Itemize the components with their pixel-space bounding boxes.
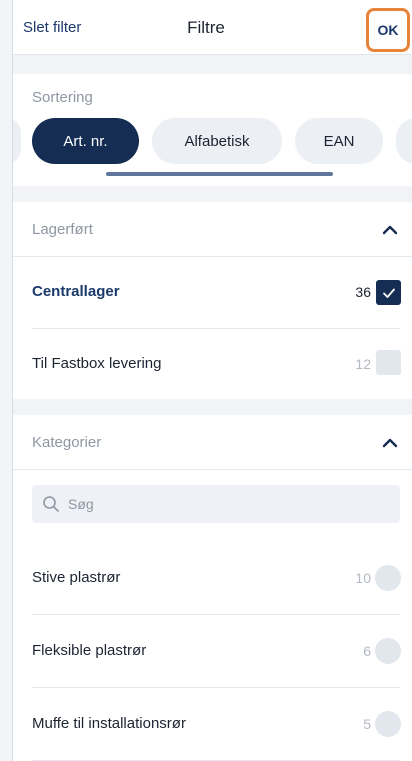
stock-row-fastbox[interactable]: Til Fastbox levering 12 xyxy=(13,328,412,401)
stock-section-header[interactable]: Lagerført xyxy=(13,202,412,257)
category-search-input[interactable]: Søg xyxy=(32,485,400,523)
filter-panel: Slet filter Filtre OK Sortering Art. nr.… xyxy=(13,0,412,761)
sort-chip-alfabetisk[interactable]: Alfabetisk xyxy=(152,118,282,164)
row-count: 6 xyxy=(363,643,371,659)
sort-chip-art-nr[interactable]: Art. nr. xyxy=(32,118,139,164)
sort-chip-ean[interactable]: EAN xyxy=(295,118,383,164)
sorting-section: Sortering Art. nr. Alfabetisk EAN xyxy=(13,74,412,186)
sort-chip-label: Art. nr. xyxy=(63,132,108,150)
filter-header: Slet filter Filtre OK xyxy=(13,0,412,55)
sort-chip-label: Alfabetisk xyxy=(184,132,250,150)
category-row-stive-plastror[interactable]: Stive plastrør 10 xyxy=(13,542,412,615)
page-title: Filtre xyxy=(187,18,225,37)
radio-button[interactable] xyxy=(375,638,401,664)
search-icon xyxy=(43,496,59,512)
sort-chip-label: EAN xyxy=(323,132,355,150)
checkbox-unchecked[interactable] xyxy=(376,350,401,375)
categories-section-header[interactable]: Kategorier xyxy=(13,415,412,470)
stock-section: Lagerført Centrallager 36 Til Fastbox le… xyxy=(13,202,412,399)
row-label: Muffe til installationsrør xyxy=(32,715,186,732)
category-row-fleksible-plastror[interactable]: Fleksible plastrør 6 xyxy=(13,615,412,688)
row-label: Fleksible plastrør xyxy=(32,642,147,659)
horizontal-scroll-indicator[interactable] xyxy=(106,172,333,176)
stock-label: Lagerført xyxy=(32,221,93,238)
row-label: Centrallager xyxy=(32,283,120,300)
category-row-muffe[interactable]: Muffe til installationsrør 5 xyxy=(13,688,412,761)
checkbox-checked[interactable] xyxy=(376,280,401,305)
ok-button[interactable]: OK xyxy=(366,8,410,52)
chevron-up-icon[interactable] xyxy=(380,220,400,240)
row-count: 5 xyxy=(363,716,371,732)
checkmark-icon xyxy=(382,288,395,298)
categories-label: Kategorier xyxy=(32,434,102,451)
row-count: 36 xyxy=(355,284,371,300)
radio-button[interactable] xyxy=(375,711,401,737)
row-label: Stive plastrør xyxy=(32,569,121,586)
sort-chip-partial-right[interactable] xyxy=(396,118,412,164)
ok-button-label: OK xyxy=(377,22,399,38)
search-placeholder: Søg xyxy=(68,496,94,512)
radio-button[interactable] xyxy=(375,565,401,591)
sorting-label: Sortering xyxy=(32,89,93,106)
stock-row-centrallager[interactable]: Centrallager 36 xyxy=(13,256,412,329)
row-label: Til Fastbox levering xyxy=(32,355,162,372)
row-count: 12 xyxy=(355,356,371,372)
row-count: 10 xyxy=(355,570,371,586)
underlying-page-edge xyxy=(0,0,13,761)
sort-chip-partial-left[interactable] xyxy=(13,118,21,164)
chevron-up-icon[interactable] xyxy=(380,433,400,453)
